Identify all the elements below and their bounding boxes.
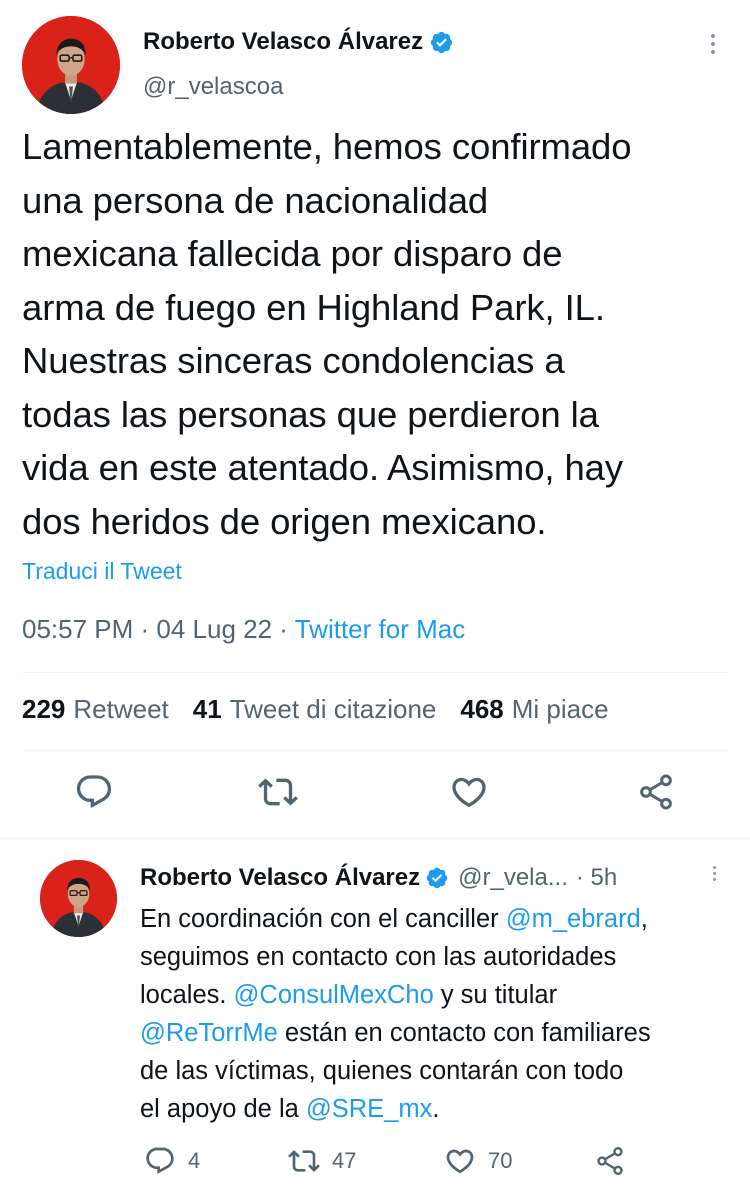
divider bbox=[22, 672, 728, 673]
reply-tweet-text: En coordinación con el canciller @m_ebra… bbox=[140, 900, 740, 1128]
reply-avatar[interactable] bbox=[40, 860, 117, 937]
retweet-icon[interactable] bbox=[258, 772, 298, 812]
like-count: 70 bbox=[488, 1148, 513, 1173]
tweet-metadata: 05:57 PM · 04 Lug 22 · Twitter for Mac bbox=[22, 614, 465, 645]
profile-photo bbox=[22, 16, 120, 114]
more-options-icon[interactable] bbox=[709, 34, 717, 54]
reply-text-segment: y su titular bbox=[433, 981, 558, 1009]
like-icon[interactable] bbox=[449, 772, 489, 812]
tweet-text-line: dos heridos de origen mexicano. bbox=[22, 500, 547, 542]
tweet-time[interactable]: 05:57 PM bbox=[22, 614, 133, 644]
translate-tweet-link[interactable]: Traduci il Tweet bbox=[22, 558, 182, 585]
quotes-count: 41 bbox=[192, 694, 222, 724]
tweet-source-link[interactable]: Twitter for Mac bbox=[295, 614, 465, 644]
reply-text-line: En coordinación con el canciller @m_ebra… bbox=[140, 900, 740, 938]
reply-text-line: seguimos en contacto con las autoridades bbox=[140, 938, 740, 976]
like-button[interactable]: 70 bbox=[444, 1145, 512, 1177]
quotes-stat[interactable]: 41 Tweet di citazione bbox=[193, 694, 437, 725]
reply-text-segment: el apoyo de la bbox=[140, 1095, 306, 1123]
reply-button[interactable]: 4 bbox=[144, 1145, 200, 1177]
like-icon bbox=[446, 1149, 474, 1174]
retweets-label: Retweet bbox=[73, 694, 169, 724]
author-handle[interactable]: @r_velascoa bbox=[143, 73, 283, 101]
author-display-name[interactable]: Roberto Velasco Álvarez bbox=[143, 28, 423, 56]
tweet-text-line: Lamentablemente, hemos confirmado bbox=[22, 126, 632, 167]
tweet-text: Lamentablemente, hemos confirmado una pe… bbox=[22, 120, 734, 548]
quotes-label: Tweet di citazione bbox=[229, 694, 437, 724]
reply-text-line: el apoyo de la @SRE_mx. bbox=[140, 1090, 740, 1128]
reply-text-segment: En coordinación con el canciller bbox=[140, 905, 506, 933]
reply-text-segment: seguimos en contacto con las autoridades bbox=[140, 943, 617, 971]
reply-text-segment: , bbox=[640, 905, 648, 933]
reply-icon bbox=[146, 1147, 174, 1174]
more-options-icon[interactable] bbox=[710, 866, 718, 881]
likes-stat[interactable]: 468 Mi piace bbox=[460, 694, 608, 725]
tweet-text-line: vida en este atentado. Asimismo, hay bbox=[22, 447, 624, 488]
likes-count: 468 bbox=[460, 694, 504, 724]
tweet-text-line: Nuestras sinceras condolencias a bbox=[22, 340, 565, 381]
avatar[interactable] bbox=[22, 16, 120, 114]
share-button[interactable] bbox=[594, 1145, 626, 1177]
retweets-count: 229 bbox=[22, 694, 66, 724]
retweet-count: 47 bbox=[332, 1148, 357, 1173]
reply-author-handle[interactable]: @r_vela... bbox=[458, 864, 568, 892]
retweet-button[interactable]: 47 bbox=[288, 1145, 356, 1177]
retweet-icon bbox=[288, 1150, 320, 1172]
profile-photo bbox=[40, 860, 117, 937]
verified-badge-icon bbox=[429, 30, 454, 55]
reply-text-segment: . bbox=[432, 1095, 440, 1123]
reply-timestamp[interactable]: · 5h bbox=[576, 864, 617, 892]
reply-text-line: @ReTorrMe están en contacto con familiar… bbox=[140, 1014, 740, 1052]
tweet-text-line: una persona de nacionalidad bbox=[22, 179, 489, 221]
likes-label: Mi piace bbox=[511, 694, 609, 724]
meta-separator: · bbox=[133, 614, 157, 644]
reply-text-segment: están en contacto con familiares bbox=[277, 1019, 651, 1047]
divider bbox=[0, 838, 750, 839]
mention-link[interactable]: @m_ebrard bbox=[506, 905, 641, 933]
reply-icon[interactable] bbox=[74, 772, 114, 812]
reply-text-segment: locales. bbox=[140, 981, 234, 1009]
mention-link[interactable]: @SRE_mx bbox=[306, 1095, 433, 1123]
tweet-text-line: arma de fuego en Highland Park, IL. bbox=[22, 286, 605, 328]
tweet-text-line: mexicana fallecida por disparo de bbox=[22, 233, 563, 274]
reply-text-line: locales. @ConsulMexCho y su titular bbox=[140, 976, 740, 1014]
reply-text-segment: de las víctimas, quienes contarán con to… bbox=[140, 1057, 624, 1085]
meta-separator: · bbox=[272, 614, 295, 644]
reply-author-name[interactable]: Roberto Velasco Álvarez bbox=[140, 864, 420, 892]
share-icon[interactable] bbox=[636, 772, 676, 812]
reply-text-line: de las víctimas, quienes contarán con to… bbox=[140, 1052, 740, 1090]
verified-badge-icon bbox=[425, 866, 449, 890]
tweet-stats: 229 Retweet 41 Tweet di citazione 468 Mi pi… bbox=[22, 694, 609, 725]
share-icon bbox=[597, 1147, 623, 1175]
retweets-stat[interactable]: 229 Retweet bbox=[22, 694, 169, 725]
reply-count: 4 bbox=[188, 1148, 201, 1173]
mention-link[interactable]: @ConsulMexCho bbox=[234, 981, 434, 1009]
reply-author-row[interactable]: Roberto Velasco Álvarez @r_vela... · 5h bbox=[140, 864, 617, 892]
divider bbox=[22, 750, 728, 751]
tweet-date[interactable]: 04 Lug 22 bbox=[156, 614, 272, 644]
tweet-text-line: todas las personas que perdieron la bbox=[22, 393, 599, 435]
author-name-row[interactable]: Roberto Velasco Álvarez bbox=[143, 28, 454, 56]
mention-link[interactable]: @ReTorrMe bbox=[140, 1019, 278, 1047]
